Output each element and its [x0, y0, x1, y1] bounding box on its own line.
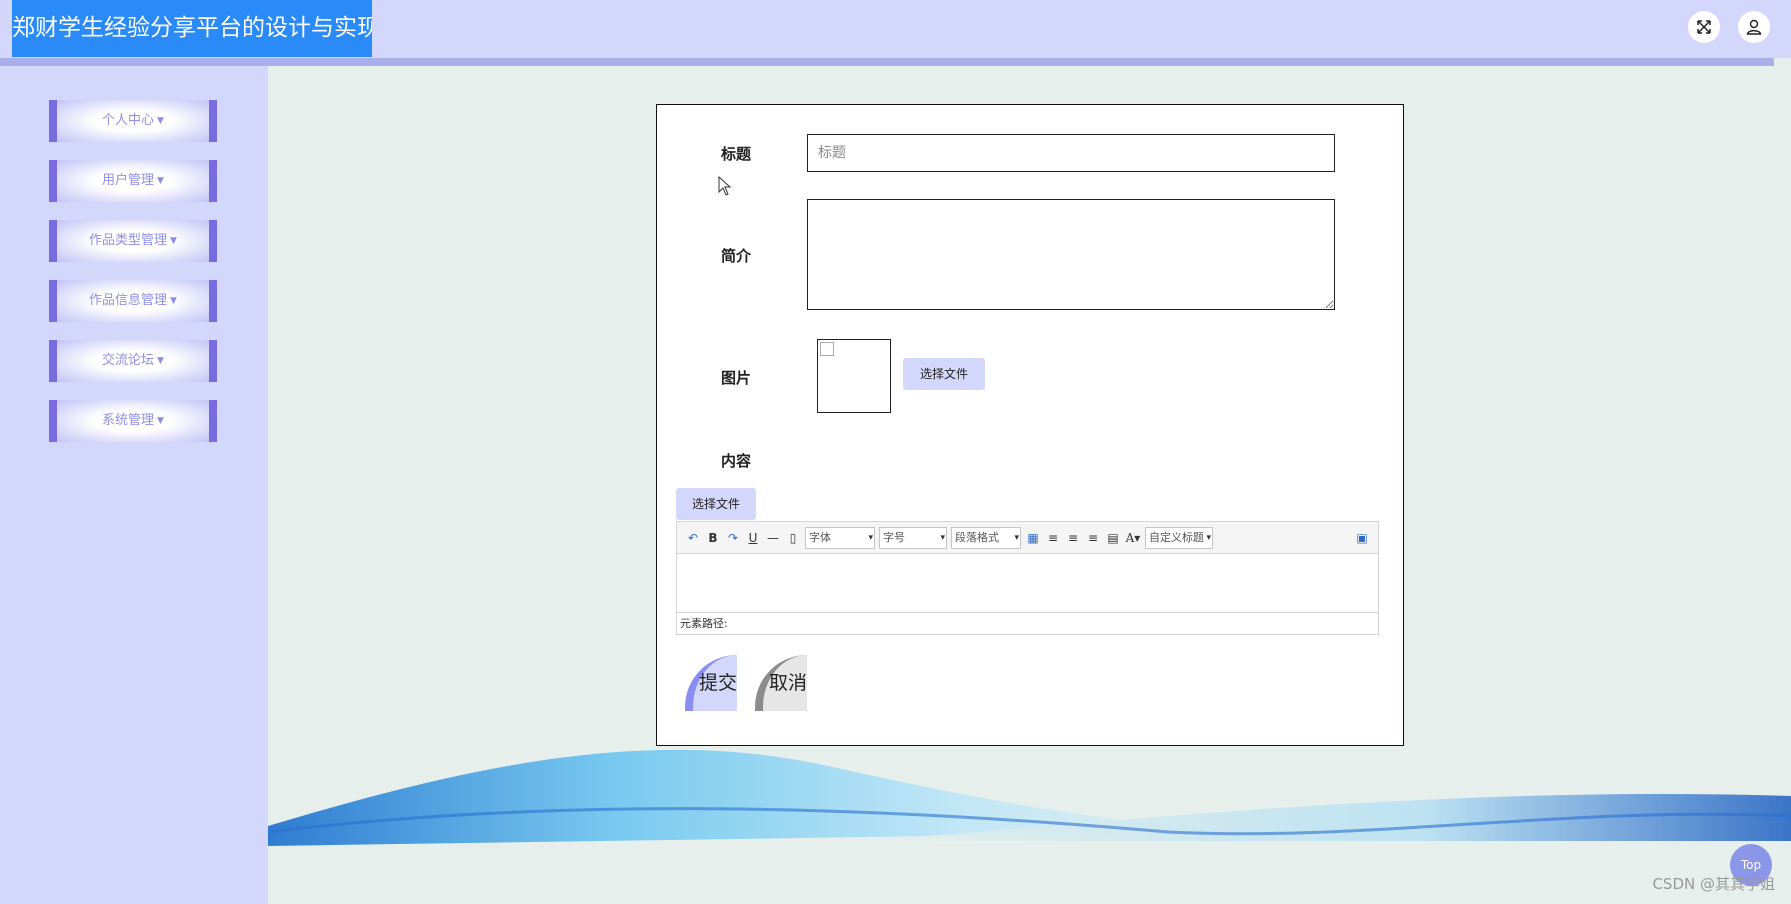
edit-form-panel: 标题 简介 图片 选择文件 内容 选择文件 ↶ B ↷ U — ▯ 字体 字号 …	[656, 104, 1404, 746]
align-left-icon[interactable]: ≡	[1043, 528, 1063, 548]
image-preview	[817, 339, 891, 413]
user-button[interactable]	[1738, 11, 1770, 43]
bold-icon[interactable]: B	[703, 528, 723, 548]
sidebar-item-personal-center[interactable]: 个人中心 ▼	[49, 100, 217, 142]
caret-down-icon: ▼	[157, 416, 164, 426]
sidebar-item-work-info-management[interactable]: 作品信息管理 ▼	[49, 280, 217, 322]
image-file-button[interactable]: 选择文件	[903, 358, 985, 390]
editor-content-area[interactable]	[677, 554, 1378, 613]
submit-button[interactable]: 提交	[685, 655, 737, 711]
horizontal-rule-icon[interactable]: —	[763, 528, 783, 548]
align-right-icon[interactable]: ≡	[1063, 528, 1083, 548]
sidebar-item-label: 作品信息管理	[89, 293, 168, 308]
intro-textarea[interactable]	[807, 199, 1335, 310]
content-label: 内容	[721, 452, 752, 470]
align-center-icon[interactable]: ≡	[1083, 528, 1103, 548]
undo-icon[interactable]: ↶	[683, 528, 703, 548]
redo-icon[interactable]: ↷	[723, 528, 743, 548]
header-divider	[0, 58, 1774, 66]
blank-page-icon[interactable]: ▯	[783, 528, 803, 548]
app-title: 郑财学生经验分享平台的设计与实现	[12, 0, 372, 57]
cancel-button[interactable]: 取消	[755, 655, 807, 711]
broken-image-icon	[820, 342, 834, 356]
sidebar-item-work-type-management[interactable]: 作品类型管理 ▼	[49, 220, 217, 262]
fullscreen-icon	[1697, 20, 1711, 34]
sidebar-item-label: 个人中心	[102, 113, 155, 128]
preview-icon[interactable]: ▣	[1352, 528, 1372, 548]
underline-icon[interactable]: U	[743, 528, 763, 548]
caret-down-icon: ▼	[157, 176, 164, 186]
align-justify-icon[interactable]: ▤	[1103, 528, 1123, 548]
sidebar-item-label: 系统管理	[102, 413, 155, 428]
title-input[interactable]	[807, 134, 1335, 172]
sidebar: 个人中心 ▼ 用户管理 ▼ 作品类型管理 ▼ 作品信息管理 ▼ 交流论坛 ▼ 系统管理 ▼	[0, 66, 268, 904]
top-bar: 郑财学生经验分享平台的设计与实现	[0, 0, 1791, 58]
sidebar-item-forum[interactable]: 交流论坛 ▼	[49, 340, 217, 382]
editor-toolbar: ↶ B ↷ U — ▯ 字体 字号 段落格式 ▦ ≡ ≡ ≡ ▤ A▾ 自定义标…	[677, 522, 1378, 554]
sidebar-item-system-management[interactable]: 系统管理 ▼	[49, 400, 217, 442]
paragraph-format-select[interactable]: 段落格式	[951, 526, 1021, 549]
image-label: 图片	[721, 369, 752, 387]
caret-down-icon: ▼	[170, 296, 177, 306]
font-color-icon[interactable]: A▾	[1123, 528, 1143, 548]
element-path-status: 元素路径:	[680, 617, 728, 630]
sidebar-item-label: 交流论坛	[102, 353, 155, 368]
caret-down-icon: ▼	[170, 236, 177, 246]
sidebar-item-user-management[interactable]: 用户管理 ▼	[49, 160, 217, 202]
caret-down-icon: ▼	[157, 356, 164, 366]
rich-text-editor: ↶ B ↷ U — ▯ 字体 字号 段落格式 ▦ ≡ ≡ ≡ ▤ A▾ 自定义标…	[676, 521, 1379, 635]
caret-down-icon: ▼	[157, 116, 164, 126]
intro-label: 简介	[721, 247, 752, 265]
title-label: 标题	[721, 145, 752, 163]
watermark: CSDN @其其学姐	[1652, 875, 1775, 893]
user-icon	[1746, 19, 1762, 35]
sidebar-item-label: 用户管理	[102, 173, 155, 188]
font-size-select[interactable]: 字号	[879, 526, 947, 549]
mouse-cursor-icon	[718, 176, 732, 196]
fullscreen-button[interactable]	[1688, 11, 1720, 43]
content-file-button[interactable]: 选择文件	[676, 488, 756, 520]
table-icon[interactable]: ▦	[1023, 528, 1043, 548]
custom-title-select[interactable]: 自定义标题	[1145, 526, 1213, 549]
sidebar-item-label: 作品类型管理	[89, 233, 168, 248]
font-family-select[interactable]: 字体	[805, 526, 875, 549]
